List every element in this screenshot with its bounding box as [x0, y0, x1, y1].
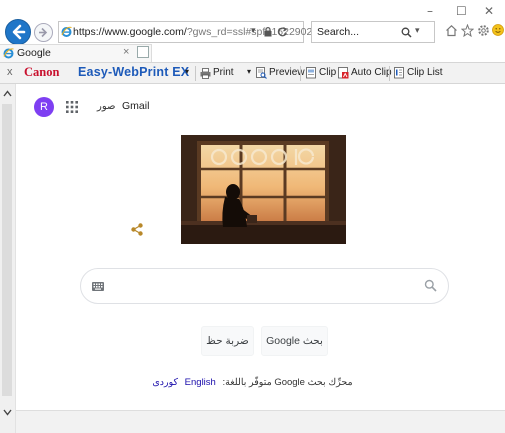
new-tab-button[interactable]: [137, 46, 149, 58]
account-avatar[interactable]: R: [34, 97, 54, 117]
clip-list-button[interactable]: Clip List: [394, 66, 443, 81]
toolbar-separator: [195, 66, 196, 81]
auto-clip-label: Auto Clip: [351, 67, 392, 78]
language-offer-line: محرِّك بحث Google متوفّر باللغة: English…: [0, 377, 505, 388]
canon-toolbar: x Canon Easy-WebPrint EX ▾ Print ▾ Previ…: [0, 62, 505, 84]
browser-search-placeholder: Search...: [317, 26, 360, 38]
ewp-dropdown-icon[interactable]: ▾: [185, 67, 189, 76]
preview-dropdown-icon[interactable]: ▾: [247, 67, 251, 76]
scroll-down-icon[interactable]: [3, 409, 12, 416]
google-doodle[interactable]: [181, 135, 346, 244]
smiley-icon[interactable]: [492, 24, 504, 36]
clip-icon: [306, 67, 316, 79]
toolbar-close-button[interactable]: x: [7, 66, 13, 78]
scroll-up-icon[interactable]: [3, 90, 12, 97]
search-dropdown-icon[interactable]: ▾: [415, 25, 420, 36]
star-icon[interactable]: [461, 24, 474, 37]
address-dropdown-icon[interactable]: ▾: [251, 25, 256, 36]
magnifier-icon[interactable]: [424, 279, 437, 292]
apps-grid-icon[interactable]: [66, 101, 78, 113]
address-bar[interactable]: https://www.google.com/?gws_rd=ssl#spf=1…: [58, 21, 347, 43]
auto-clip-button[interactable]: Auto Clip: [338, 66, 392, 81]
offered-in-text: محرِّك بحث Google متوفّر باللغة:: [222, 377, 353, 388]
clip-list-icon: [394, 67, 404, 79]
back-button[interactable]: [5, 19, 31, 45]
back-arrow-icon: [12, 24, 26, 40]
print-button[interactable]: Print: [200, 66, 234, 81]
print-label: Print: [213, 67, 234, 78]
tab-title: Google: [17, 47, 51, 59]
preview-button[interactable]: Preview: [256, 66, 305, 81]
maximize-button[interactable]: ☐: [456, 4, 467, 18]
share-icon[interactable]: [131, 223, 143, 236]
tab-row: Google ×: [0, 44, 505, 62]
address-url-main: https://www.google.com/: [73, 26, 187, 38]
images-link[interactable]: صور: [97, 101, 116, 112]
close-window-button[interactable]: ✕: [484, 4, 494, 18]
toolbar-separator: [300, 66, 301, 81]
toolbar-separator: [389, 66, 390, 81]
preview-icon: [256, 67, 267, 79]
lock-icon[interactable]: [264, 27, 272, 37]
browser-search-box[interactable]: Search... ▾: [311, 21, 435, 43]
google-search-button[interactable]: بحث Google: [261, 326, 328, 356]
gear-icon[interactable]: [477, 24, 490, 37]
tab-close-button[interactable]: ×: [123, 46, 129, 58]
ie-logo-icon: [61, 26, 72, 37]
status-bar: [16, 410, 505, 433]
language-link-english[interactable]: English: [185, 377, 216, 388]
ie-logo-icon: [3, 48, 14, 59]
title-bar: – ☐ ✕ https://www.google.com/?gws_rd=ssl…: [0, 0, 505, 45]
feeling-lucky-button[interactable]: ضربة حظ: [201, 326, 254, 356]
scrollbar-thumb[interactable]: [2, 104, 12, 396]
minimize-button[interactable]: –: [427, 4, 433, 18]
canon-logo: Canon: [24, 65, 60, 79]
easy-webprint-menu[interactable]: Easy-WebPrint EX: [78, 65, 189, 79]
gmail-link[interactable]: Gmail: [122, 100, 149, 112]
tab-google[interactable]: Google ×: [0, 44, 152, 62]
refresh-icon[interactable]: [277, 26, 288, 38]
google-search-input[interactable]: [80, 268, 449, 304]
home-icon[interactable]: [445, 24, 458, 37]
forward-arrow-icon: [39, 27, 48, 38]
search-icon[interactable]: [401, 27, 412, 38]
forward-button[interactable]: [34, 23, 53, 42]
keyboard-icon[interactable]: [92, 282, 104, 291]
language-link-kurdish[interactable]: کوردی: [152, 377, 178, 388]
google-homepage: [16, 84, 505, 410]
auto-clip-icon: [338, 67, 349, 79]
clip-label: Clip: [319, 67, 337, 78]
clip-button[interactable]: Clip: [306, 66, 337, 81]
clip-list-label: Clip List: [407, 67, 443, 78]
printer-icon: [200, 68, 211, 79]
